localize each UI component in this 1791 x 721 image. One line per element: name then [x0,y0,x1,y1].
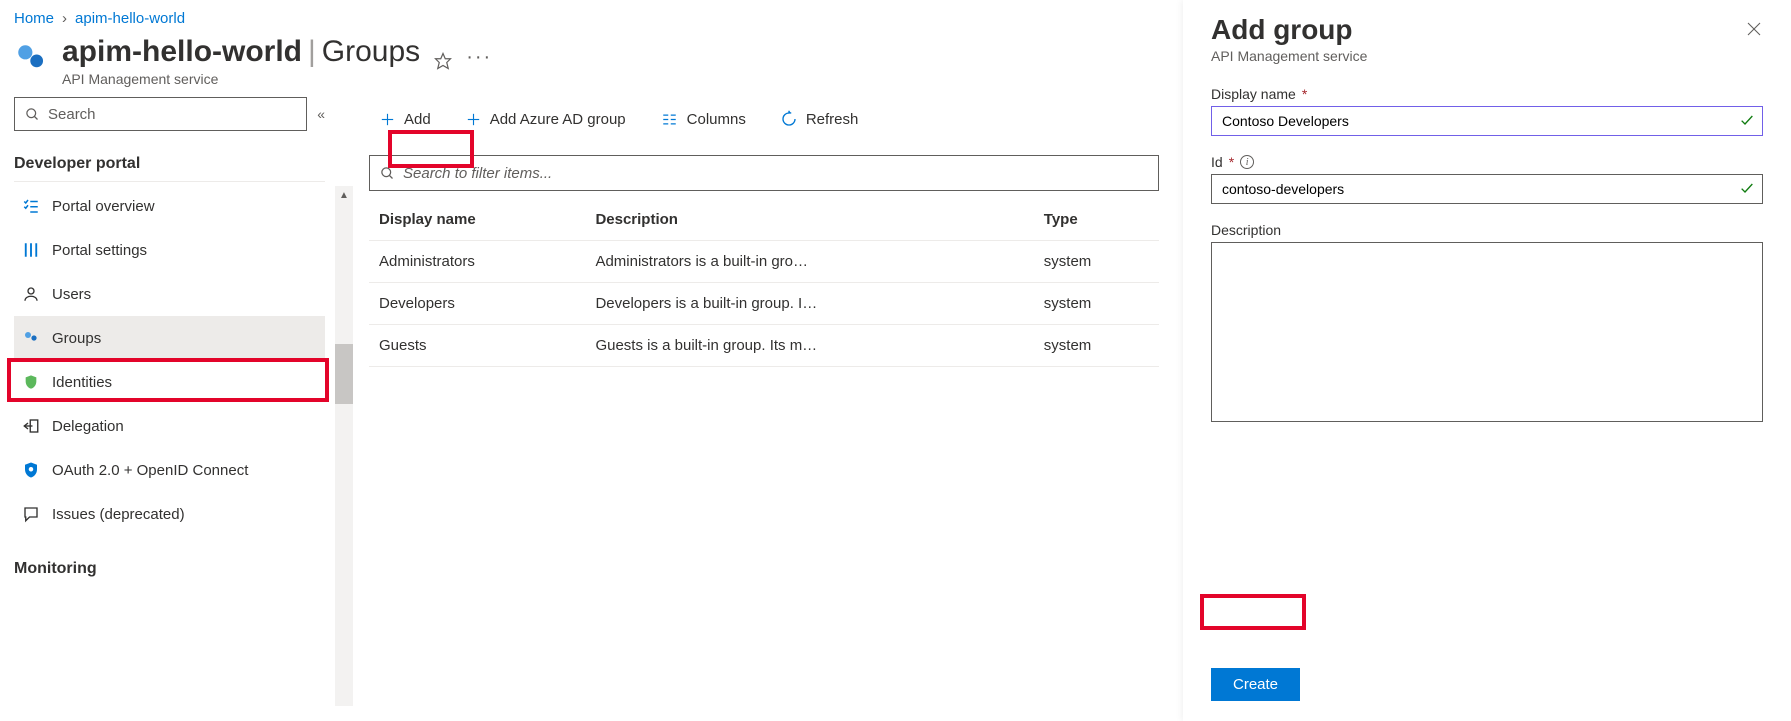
columns-button-label: Columns [687,111,746,128]
page-subtitle: API Management service [62,71,420,87]
add-button[interactable]: Add [369,107,441,132]
more-button[interactable]: ··· [466,46,492,77]
filter-search[interactable] [369,155,1159,191]
refresh-button-label: Refresh [806,111,859,128]
sidebar-section-header: Developer portal [14,149,325,182]
breadcrumb-current[interactable]: apim-hello-world [75,10,185,27]
sidebar-item-identities[interactable]: Identities [14,360,325,404]
people-icon [20,329,42,347]
sidebar-item-portal-settings[interactable]: Portal settings [14,228,325,272]
display-name-input[interactable] [1211,106,1763,136]
add-ad-button-label: Add Azure AD group [490,111,626,128]
sidebar-item-label: Issues (deprecated) [52,506,185,523]
header-display-name[interactable]: Display name [369,199,585,241]
add-button-label: Add [404,111,431,128]
sidebar-item-portal-overview[interactable]: Portal overview [14,184,325,228]
sidebar-item-label: OAuth 2.0 + OpenID Connect [52,462,248,479]
sidebar-item-label: Delegation [52,418,124,435]
id-label: Id * i [1211,154,1763,170]
close-icon[interactable] [1745,14,1763,38]
cell-name: Developers [369,283,585,325]
chevron-right-icon: › [62,10,67,27]
required-icon: * [1302,86,1307,102]
sidebar-scrollbar[interactable]: ▲ [335,186,353,706]
sidebar-item-users[interactable]: Users [14,272,325,316]
checklist-icon [20,197,42,215]
cell-desc: Administrators is a built-in gro… [585,241,1033,283]
sidebar-section-header-2: Monitoring [14,554,325,586]
page-title: apim-hello-world [62,35,302,68]
cell-name: Administrators [369,241,585,283]
oauth-icon [20,461,42,479]
cell-name: Guests [369,325,585,367]
plus-icon [465,111,482,128]
create-button[interactable]: Create [1211,668,1300,701]
sidebar-item-groups[interactable]: Groups [14,316,325,360]
search-icon [380,166,395,181]
scroll-up-icon[interactable]: ▲ [335,186,353,204]
add-group-panel: Add group API Management service Display… [1183,0,1791,721]
sidebar-search[interactable] [14,97,307,131]
breadcrumb-home[interactable]: Home [14,10,54,27]
collapse-sidebar-button[interactable]: « [317,106,325,122]
refresh-icon [780,110,798,128]
groups-table: Display name Description Type Administra… [369,199,1159,367]
panel-subtitle: API Management service [1211,48,1367,64]
cell-desc: Developers is a built-in group. I… [585,283,1033,325]
sliders-icon [20,241,42,259]
person-icon [20,285,42,303]
delegate-icon [20,417,42,435]
sidebar-item-label: Portal settings [52,242,147,259]
header-type[interactable]: Type [1034,199,1159,241]
required-icon: * [1229,154,1234,170]
columns-icon [660,112,679,127]
refresh-button[interactable]: Refresh [770,106,869,132]
id-input[interactable] [1211,174,1763,204]
description-input[interactable] [1211,242,1763,422]
columns-button[interactable]: Columns [650,107,756,132]
sidebar-item-issues[interactable]: Issues (deprecated) [14,492,325,536]
description-label: Description [1211,222,1763,238]
info-icon[interactable]: i [1240,155,1254,169]
filter-input[interactable] [403,165,1148,182]
table-row[interactable]: GuestsGuests is a built-in group. Its m…… [369,325,1159,367]
check-icon [1739,180,1755,196]
panel-title: Add group [1211,14,1367,46]
shield-icon [20,373,42,391]
plus-icon [379,111,396,128]
sidebar-item-oauth[interactable]: OAuth 2.0 + OpenID Connect [14,448,325,492]
table-row[interactable]: AdministratorsAdministrators is a built-… [369,241,1159,283]
scrollbar-thumb[interactable] [335,344,353,404]
sidebar-item-label: Users [52,286,91,303]
chat-icon [20,505,42,523]
resource-icon [14,35,48,75]
table-row[interactable]: DevelopersDevelopers is a built-in group… [369,283,1159,325]
cell-type: system [1034,241,1159,283]
sidebar-item-delegation[interactable]: Delegation [14,404,325,448]
page-section: Groups [322,35,420,68]
display-name-label: Display name * [1211,86,1763,102]
sidebar: « Developer portal Portal overview Porta… [0,97,335,588]
cell-type: system [1034,325,1159,367]
check-icon [1739,112,1755,128]
sidebar-item-label: Portal overview [52,198,155,215]
add-ad-group-button[interactable]: Add Azure AD group [455,107,636,132]
sidebar-item-label: Identities [52,374,112,391]
search-icon [25,107,40,122]
cell-desc: Guests is a built-in group. Its m… [585,325,1033,367]
sidebar-item-label: Groups [52,330,101,347]
sidebar-search-input[interactable] [48,106,296,123]
cell-type: system [1034,283,1159,325]
star-icon[interactable] [434,52,452,70]
header-description[interactable]: Description [585,199,1033,241]
